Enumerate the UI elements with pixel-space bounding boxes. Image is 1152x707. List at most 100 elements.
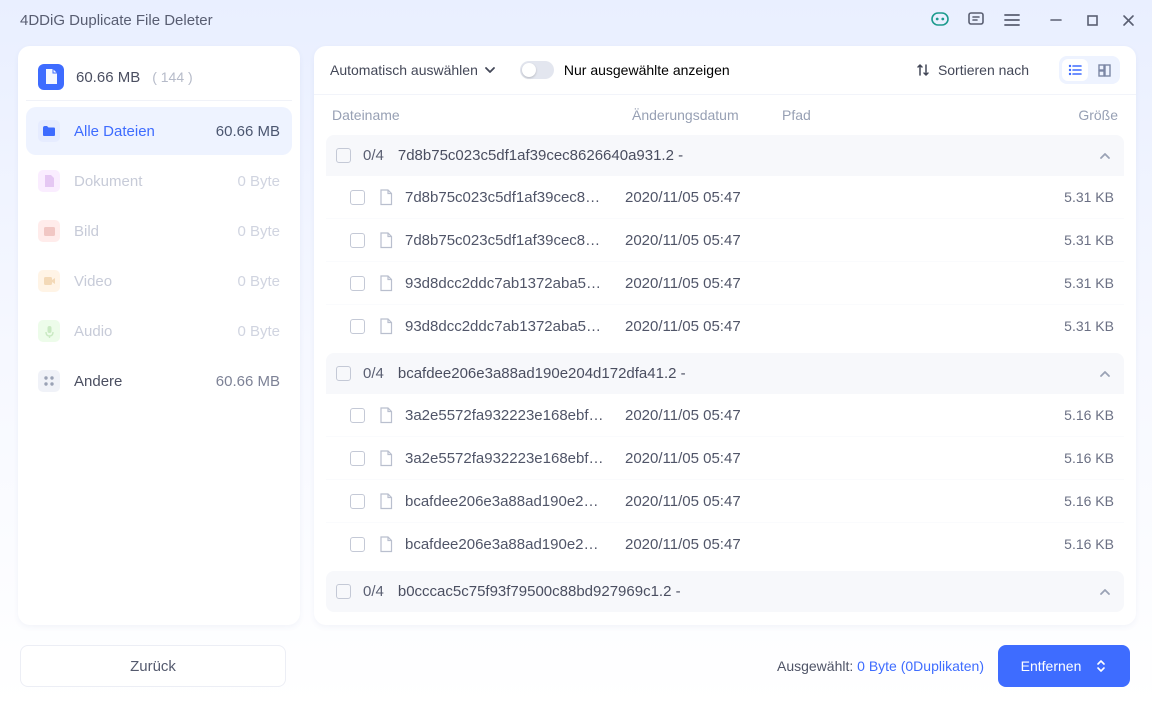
category-icon — [38, 120, 60, 142]
row-size: 5.31 KB — [1044, 318, 1114, 334]
row-size: 5.31 KB — [1044, 189, 1114, 205]
category-value: 60.66 MB — [216, 123, 280, 140]
row-checkbox[interactable] — [350, 319, 365, 334]
file-icon — [377, 231, 395, 249]
sort-label: Sortieren nach — [938, 62, 1029, 78]
toolbar: Automatisch auswählen Nur ausgewählte an… — [314, 46, 1136, 94]
window-maximize[interactable] — [1076, 6, 1108, 34]
group-header[interactable]: 0/4 bcafdee206e3a88ad190e204d172dfa41.2 - — [326, 353, 1124, 394]
row-checkbox[interactable] — [350, 494, 365, 509]
sidebar-category[interactable]: Dokument0 Byte — [26, 157, 292, 205]
feedback-icon[interactable] — [960, 6, 992, 34]
header-filename: Dateiname — [332, 107, 632, 123]
only-selected-toggle[interactable] — [520, 61, 554, 79]
row-size: 5.31 KB — [1044, 275, 1114, 291]
chevron-up-icon[interactable] — [1098, 585, 1114, 599]
file-icon — [38, 64, 64, 90]
row-size: 5.16 KB — [1044, 536, 1114, 552]
row-size: 5.31 KB — [1044, 232, 1114, 248]
file-row[interactable]: 7d8b75c023c5df1af39cec862... 2020/11/05 0… — [326, 218, 1124, 261]
group-header[interactable]: 0/4 7d8b75c023c5df1af39cec8626640a931.2 - — [326, 135, 1124, 176]
menu-icon[interactable] — [996, 6, 1028, 34]
window-close[interactable] — [1112, 6, 1144, 34]
column-headers: Dateiname Änderungsdatum Pfad Größe — [314, 94, 1136, 135]
file-group: 0/4 7d8b75c023c5df1af39cec8626640a931.2 -… — [326, 135, 1124, 347]
category-icon — [38, 270, 60, 292]
row-checkbox[interactable] — [350, 451, 365, 466]
view-toggle — [1059, 56, 1120, 84]
auto-select-dropdown[interactable]: Automatisch auswählen — [330, 62, 496, 78]
sidebar-category[interactable]: Andere60.66 MB — [26, 357, 292, 405]
row-date: 2020/11/05 05:47 — [625, 493, 793, 510]
category-name: Alle Dateien — [74, 123, 155, 140]
file-group: 0/4b0cccac5c75f93f79500c88bd927969c1.2 - — [326, 571, 1124, 612]
file-row[interactable]: bcafdee206e3a88ad190e204d...2020/11/05 0… — [326, 522, 1124, 565]
category-value: 0 Byte — [237, 173, 280, 190]
row-filename: 3a2e5572fa932223e168ebf01... — [405, 450, 605, 467]
row-checkbox[interactable] — [350, 408, 365, 423]
sidebar-total-size: 60.66 MB — [76, 69, 140, 86]
group-checkbox[interactable] — [336, 366, 351, 381]
auto-select-label: Automatisch auswählen — [330, 62, 478, 78]
assistant-icon[interactable] — [924, 6, 956, 34]
header-size: Größe — [1033, 107, 1118, 123]
file-row[interactable]: 3a2e5572fa932223e168ebf01...2020/11/05 0… — [326, 394, 1124, 436]
row-filename: 7d8b75c023c5df1af39cec862... — [405, 189, 605, 206]
header-path: Pfad — [782, 107, 1033, 123]
row-checkbox[interactable] — [350, 233, 365, 248]
group-checkbox[interactable] — [336, 148, 351, 163]
sidebar-summary: 60.66 MB ( 144 ) — [26, 54, 292, 101]
footer: Zurück Ausgewählt: 0 Byte (0Duplikaten) … — [0, 631, 1152, 707]
category-icon — [38, 220, 60, 242]
row-date: 2020/11/05 05:47 — [625, 232, 793, 249]
row-date: 2020/11/05 05:47 — [625, 189, 793, 206]
file-icon — [377, 188, 395, 206]
sidebar-category[interactable]: Audio0 Byte — [26, 307, 292, 355]
sidebar-category[interactable]: Video0 Byte — [26, 257, 292, 305]
file-group: 0/4 bcafdee206e3a88ad190e204d172dfa41.2 -… — [326, 353, 1124, 565]
row-checkbox[interactable] — [350, 190, 365, 205]
remove-button[interactable]: Entfernen — [998, 645, 1130, 687]
file-row[interactable]: 93d8dcc2ddc7ab1372aba582...2020/11/05 05… — [326, 304, 1124, 347]
row-size: 5.16 KB — [1044, 493, 1114, 509]
file-row[interactable]: bcafdee206e3a88ad190e204d...2020/11/05 0… — [326, 479, 1124, 522]
row-filename: 7d8b75c023c5df1af39cec862... — [405, 232, 605, 249]
chevron-up-icon[interactable] — [1098, 367, 1114, 381]
group-header[interactable]: 0/4b0cccac5c75f93f79500c88bd927969c1.2 - — [326, 571, 1124, 612]
view-list-button[interactable] — [1062, 59, 1088, 81]
sidebar-category[interactable]: Bild0 Byte — [26, 207, 292, 255]
group-checkbox[interactable] — [336, 584, 351, 599]
category-name: Audio — [74, 323, 112, 340]
group-ratio: 0/4 — [363, 147, 384, 164]
selection-value: 0 Byte (0Duplikaten) — [857, 658, 984, 674]
category-value: 0 Byte — [237, 273, 280, 290]
row-checkbox[interactable] — [350, 276, 365, 291]
file-row[interactable]: 7d8b75c023c5df1af39cec862... 2020/11/05 0… — [326, 176, 1124, 218]
sidebar-total-count: ( 144 ) — [152, 69, 192, 85]
file-list[interactable]: 0/4 7d8b75c023c5df1af39cec8626640a931.2 -… — [314, 135, 1136, 625]
app-title: 4DDiG Duplicate File Deleter — [20, 12, 213, 29]
row-checkbox[interactable] — [350, 537, 365, 552]
row-size: 5.16 KB — [1044, 407, 1114, 423]
group-ratio: 0/4 — [363, 365, 384, 382]
view-grid-button[interactable] — [1091, 59, 1117, 81]
file-row[interactable]: 3a2e5572fa932223e168ebf01...2020/11/05 0… — [326, 436, 1124, 479]
group-name: 7d8b75c023c5df1af39cec8626640a931.2 - — [398, 147, 683, 164]
window-minimize[interactable] — [1040, 6, 1072, 34]
group-name: bcafdee206e3a88ad190e204d172dfa41.2 - — [398, 365, 686, 382]
file-icon — [377, 317, 395, 335]
chevron-up-icon[interactable] — [1098, 149, 1114, 163]
row-filename: 3a2e5572fa932223e168ebf01... — [405, 407, 605, 424]
file-icon — [377, 535, 395, 553]
selection-prefix: Ausgewählt: — [777, 658, 857, 674]
file-icon — [377, 406, 395, 424]
back-button[interactable]: Zurück — [20, 645, 286, 687]
sidebar: 60.66 MB ( 144 ) Alle Dateien 60.66 MB Dok… — [18, 46, 300, 625]
sort-button[interactable]: Sortieren nach — [916, 62, 1029, 78]
file-row[interactable]: 93d8dcc2ddc7ab1372aba582...2020/11/05 05… — [326, 261, 1124, 304]
sidebar-category[interactable]: Alle Dateien 60.66 MB — [26, 107, 292, 155]
row-filename: 93d8dcc2ddc7ab1372aba582... — [405, 275, 605, 292]
row-size: 5.16 KB — [1044, 450, 1114, 466]
selection-summary: Ausgewählt: 0 Byte (0Duplikaten) — [777, 658, 984, 675]
group-name: b0cccac5c75f93f79500c88bd927969c1.2 - — [398, 583, 681, 600]
